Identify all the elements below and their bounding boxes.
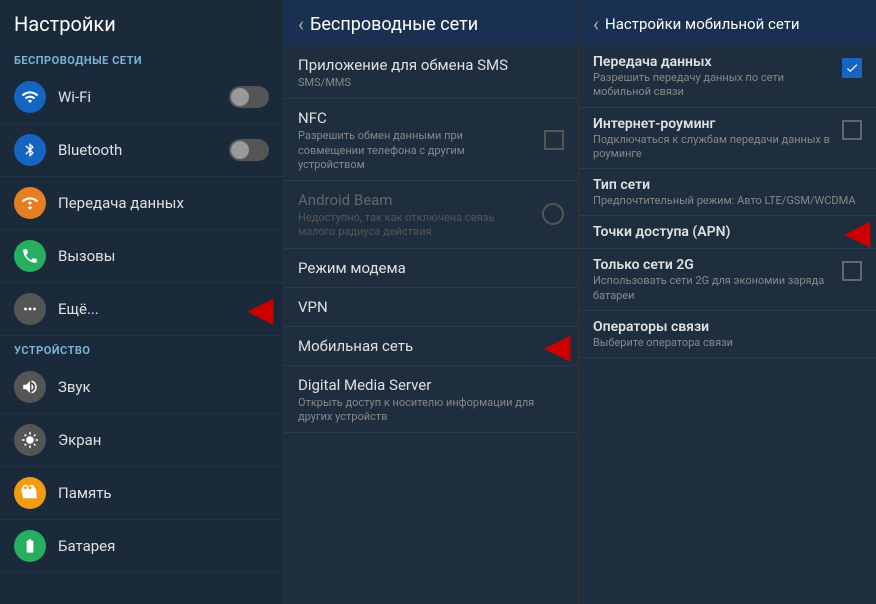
bluetooth-toggle[interactable]: [229, 139, 269, 161]
mobile-net-title: Мобильная сеть: [298, 337, 564, 355]
sidebar-item-calls[interactable]: Вызовы: [0, 230, 283, 283]
nfc-title: NFC: [298, 109, 528, 127]
more-label: Ещё...: [58, 300, 269, 318]
right-item-operators[interactable]: Операторы связи Выберите оператора связи: [579, 311, 876, 358]
dms-title: Digital Media Server: [298, 376, 564, 394]
mobile-net-red-arrow: ◀: [545, 327, 570, 365]
middle-panel-header: ‹ Беспроводные сети: [284, 0, 578, 46]
network-type-title: Тип сети: [593, 177, 862, 193]
nfc-checkbox[interactable]: [544, 130, 564, 150]
right-panel-header: ‹ Настройки мобильной сети: [579, 0, 876, 46]
roaming-subtitle: Подключаться к службам передачи данных в…: [593, 133, 830, 162]
left-panel-header: Настройки: [0, 0, 283, 46]
right-panel-title: Настройки мобильной сети: [605, 15, 800, 33]
data-label: Передача данных: [58, 194, 269, 212]
android-beam-subtitle: Недоступно, так как отключена связь мало…: [298, 211, 528, 240]
sidebar-item-more[interactable]: Ещё... ◀: [0, 283, 283, 336]
sound-icon: [14, 371, 46, 403]
sidebar-item-display[interactable]: Экран: [0, 414, 283, 467]
sidebar-item-wifi[interactable]: Wi-Fi: [0, 71, 283, 124]
more-icon: [14, 293, 46, 325]
section-wireless: БЕСПРОВОДНЫЕ СЕТИ: [0, 46, 283, 71]
data-transfer-checkbox[interactable]: [842, 58, 862, 78]
data-transfer-title: Передача данных: [593, 54, 830, 70]
more-red-arrow: ◀: [248, 293, 273, 325]
battery-label: Батарея: [58, 537, 269, 555]
middle-panel: ‹ Беспроводные сети Приложение для обмен…: [284, 0, 579, 604]
sidebar-item-data[interactable]: Передача данных: [0, 177, 283, 230]
display-label: Экран: [58, 431, 269, 449]
mid-item-nfc[interactable]: NFC Разрешить обмен данными при совмещен…: [284, 99, 578, 181]
middle-panel-title: Беспроводные сети: [310, 14, 478, 35]
roaming-title: Интернет-роуминг: [593, 116, 830, 132]
storage-icon: [14, 477, 46, 509]
right-item-roaming[interactable]: Интернет-роуминг Подключаться к службам …: [579, 108, 876, 170]
sound-label: Звук: [58, 378, 269, 396]
wifi-toggle[interactable]: [229, 86, 269, 108]
wifi-icon: [14, 81, 46, 113]
mid-item-vpn[interactable]: VPN: [284, 288, 578, 327]
2g-checkbox[interactable]: [842, 261, 862, 281]
apn-red-arrow: ◀: [845, 213, 870, 251]
apn-title: Точки доступа (APN): [593, 224, 862, 240]
modem-title: Режим модема: [298, 259, 564, 277]
mid-item-modem[interactable]: Режим модема: [284, 249, 578, 288]
mid-item-android-beam: Android Beam Недоступно, так как отключе…: [284, 181, 578, 249]
android-beam-toggle: [542, 203, 564, 225]
right-panel: ‹ Настройки мобильной сети Передача данн…: [579, 0, 876, 604]
display-icon: [14, 424, 46, 456]
roaming-checkbox[interactable]: [842, 120, 862, 140]
sms-title: Приложение для обмена SMS: [298, 56, 564, 74]
right-item-data-transfer[interactable]: Передача данных Разрешить передачу данны…: [579, 46, 876, 108]
sidebar-item-battery[interactable]: Батарея: [0, 520, 283, 573]
operators-subtitle: Выберите оператора связи: [593, 336, 862, 350]
right-item-apn[interactable]: Точки доступа (APN) ◀: [579, 216, 876, 249]
middle-back-arrow[interactable]: ‹: [298, 12, 304, 36]
right-item-2g[interactable]: Только сети 2G Использовать сети 2G для …: [579, 249, 876, 311]
left-panel-title: Настройки: [14, 12, 269, 36]
sms-subtitle: SMS/MMS: [298, 76, 564, 90]
storage-label: Память: [58, 484, 269, 502]
calls-label: Вызовы: [58, 247, 269, 265]
2g-title: Только сети 2G: [593, 257, 830, 273]
data-icon: [14, 187, 46, 219]
vpn-title: VPN: [298, 298, 564, 316]
left-panel: Настройки БЕСПРОВОДНЫЕ СЕТИ Wi-Fi Blueto…: [0, 0, 284, 604]
sidebar-item-sound[interactable]: Звук: [0, 361, 283, 414]
android-beam-title: Android Beam: [298, 191, 528, 209]
operators-title: Операторы связи: [593, 319, 862, 335]
mid-item-sms[interactable]: Приложение для обмена SMS SMS/MMS: [284, 46, 578, 99]
mid-item-dms[interactable]: Digital Media Server Открыть доступ к но…: [284, 366, 578, 434]
right-back-arrow[interactable]: ‹: [593, 12, 599, 36]
sidebar-item-storage[interactable]: Память: [0, 467, 283, 520]
dms-subtitle: Открыть доступ к носителю информации для…: [298, 396, 564, 425]
wifi-label: Wi-Fi: [58, 88, 229, 106]
right-item-network-type[interactable]: Тип сети Предпочтительный режим: Авто LT…: [579, 169, 876, 216]
data-transfer-subtitle: Разрешить передачу данных по сети мобиль…: [593, 71, 830, 100]
sidebar-item-bluetooth[interactable]: Bluetooth: [0, 124, 283, 177]
nfc-subtitle: Разрешить обмен данными при совмещении т…: [298, 129, 528, 172]
bluetooth-icon: [14, 134, 46, 166]
calls-icon: [14, 240, 46, 272]
network-type-subtitle: Предпочтительный режим: Авто LTE/GSM/WCD…: [593, 194, 862, 208]
bluetooth-label: Bluetooth: [58, 141, 229, 159]
section-device: УСТРОЙСТВО: [0, 336, 283, 361]
2g-subtitle: Использовать сети 2G для экономии заряда…: [593, 274, 830, 303]
battery-icon: [14, 530, 46, 562]
mid-item-mobile-net[interactable]: Мобильная сеть ◀: [284, 327, 578, 366]
